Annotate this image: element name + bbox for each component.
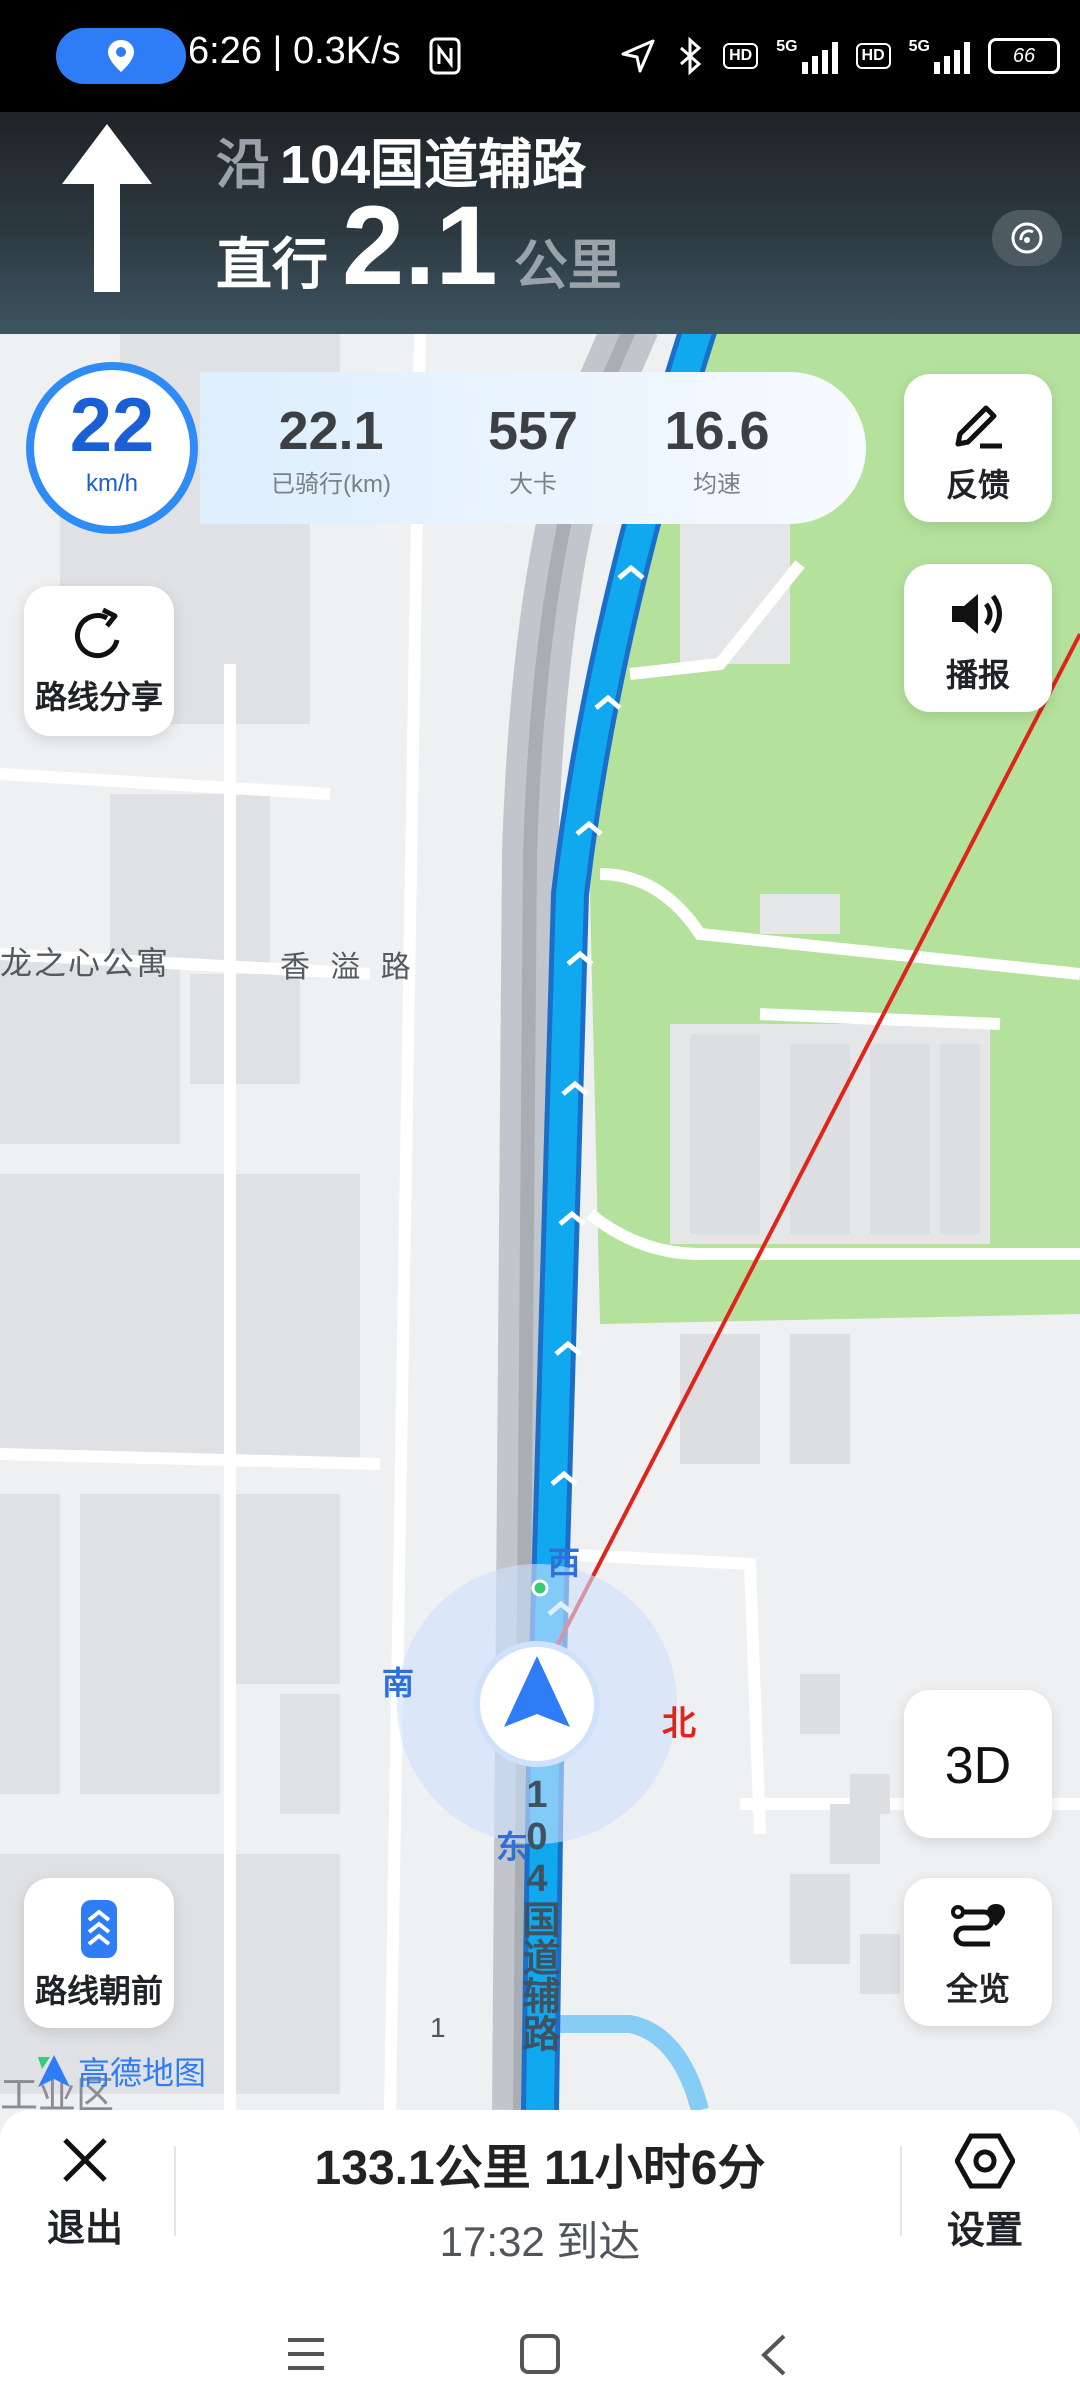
stat-avg-speed-label: 均速 bbox=[693, 471, 741, 498]
stat-avg-speed-value: 16.6 bbox=[664, 401, 770, 461]
exit-button[interactable]: 退出 bbox=[30, 2132, 140, 2252]
settings-hexagon-icon bbox=[954, 2133, 1016, 2189]
broadcast-button[interactable]: 播报 bbox=[904, 564, 1052, 712]
distance-unit: 公里 bbox=[513, 236, 622, 296]
speed-value: 22 bbox=[69, 383, 155, 468]
status-icons: HD 5G HD 5G 66 bbox=[619, 28, 1060, 84]
nfc-icon bbox=[428, 36, 462, 81]
stat-calories-label: 大卡 bbox=[509, 471, 557, 498]
straight-arrow-icon bbox=[62, 124, 152, 297]
speedometer: 22 km/h bbox=[26, 362, 198, 534]
speaker-icon bbox=[952, 594, 1002, 634]
gaode-logo-icon bbox=[38, 2055, 70, 2087]
feedback-button[interactable]: 反馈 bbox=[904, 374, 1052, 522]
signal-icon-2: 5G bbox=[909, 38, 970, 74]
along-prefix: 沿 bbox=[216, 135, 270, 195]
navigation-header: 沿 104国道辅路 直行 2.1 公里 bbox=[0, 112, 1080, 334]
menu-icon[interactable] bbox=[284, 2334, 328, 2374]
action-text: 直行 bbox=[216, 233, 328, 296]
overview-button[interactable]: 全览 bbox=[904, 1878, 1052, 2026]
speed-unit: km/h bbox=[85, 470, 138, 497]
stat-avg-speed: 16.6 均速 bbox=[632, 400, 802, 499]
close-icon bbox=[63, 2138, 107, 2182]
trip-summary: 133.1公里 11小时6分 17:32 到达 bbox=[180, 2128, 900, 2269]
lane-forward-icon bbox=[81, 1900, 117, 1958]
compass-north: 北 bbox=[662, 1705, 696, 1743]
signal-icon: 5G bbox=[776, 38, 838, 74]
feedback-label: 反馈 bbox=[945, 467, 1010, 503]
route-share-button[interactable]: 路线分享 bbox=[24, 586, 174, 736]
edit-pen-icon bbox=[955, 405, 1002, 449]
stat-distance: 22.1 已骑行(km) bbox=[246, 400, 416, 499]
broadcast-label: 播报 bbox=[945, 657, 1010, 693]
stat-distance-label: 已骑行(km) bbox=[271, 471, 391, 498]
status-bar: 6:26 | 0.3K/s HD 5G HD 5G 66 bbox=[0, 0, 1080, 112]
3d-toggle-button[interactable]: 3D bbox=[904, 1690, 1052, 1838]
poi-apartment-label: 龙之心公寓 bbox=[0, 945, 171, 981]
battery-level: 66 bbox=[1012, 44, 1036, 67]
stat-calories: 557 大卡 bbox=[448, 400, 618, 499]
arrival-time: 17:32 到达 bbox=[439, 2218, 641, 2265]
route-share-label: 路线分享 bbox=[34, 679, 163, 715]
settings-button[interactable]: 设置 bbox=[920, 2132, 1050, 2254]
compass-south: 南 bbox=[382, 1665, 415, 1701]
maneuver-distance: 直行 2.1 公里 bbox=[216, 190, 622, 302]
location-pin-icon bbox=[108, 40, 134, 72]
hd-badge-2: HD bbox=[855, 43, 891, 69]
home-icon[interactable] bbox=[518, 2332, 562, 2376]
stat-distance-value: 22.1 bbox=[278, 401, 384, 461]
time-and-net-speed: 6:26 | 0.3K/s bbox=[188, 30, 401, 72]
route-forward-label: 路线朝前 bbox=[34, 1973, 163, 2009]
brand-text: 高德地图 bbox=[78, 2055, 207, 2091]
distance-value: 2.1 bbox=[342, 183, 498, 308]
back-icon[interactable] bbox=[756, 2332, 792, 2378]
voice-control-icon[interactable] bbox=[992, 210, 1062, 266]
bottom-bar: 退出 133.1公里 11小时6分 17:32 到达 设置 bbox=[0, 2110, 1080, 2310]
gps-arrow-icon bbox=[621, 39, 655, 73]
ride-stats-panel: 22.1 已骑行(km) 557 大卡 16.6 均速 bbox=[200, 372, 866, 524]
3d-label: 3D bbox=[944, 1737, 1012, 1795]
net-label: 5G bbox=[776, 38, 798, 55]
hd-badge: HD bbox=[723, 43, 759, 69]
exit-label: 退出 bbox=[46, 2208, 123, 2250]
share-refresh-icon bbox=[75, 607, 120, 659]
route-overview-icon bbox=[951, 1904, 1005, 1947]
remaining-distance-time: 133.1公里 11小时6分 bbox=[314, 2142, 766, 2195]
divider-right bbox=[900, 2146, 902, 2236]
net-label-2: 5G bbox=[908, 38, 930, 55]
battery-icon: 66 bbox=[988, 38, 1060, 74]
road-vertical-label: 104国道辅路 bbox=[516, 1774, 558, 2052]
gaode-logo: 高德地图 bbox=[36, 2048, 206, 2094]
bluetooth-icon bbox=[680, 36, 702, 76]
divider-left bbox=[174, 2146, 176, 2236]
overview-label: 全览 bbox=[945, 1971, 1010, 2007]
km-marker: 1 bbox=[430, 2012, 446, 2043]
compass-west: 西 bbox=[548, 1545, 581, 1581]
system-nav-bar bbox=[0, 2310, 1080, 2400]
street-label: 香 溢 路 bbox=[280, 951, 417, 984]
location-pill[interactable] bbox=[56, 28, 186, 84]
stat-calories-value: 557 bbox=[487, 401, 579, 461]
settings-label: 设置 bbox=[946, 2210, 1023, 2252]
route-forward-button[interactable]: 路线朝前 bbox=[24, 1878, 174, 2028]
